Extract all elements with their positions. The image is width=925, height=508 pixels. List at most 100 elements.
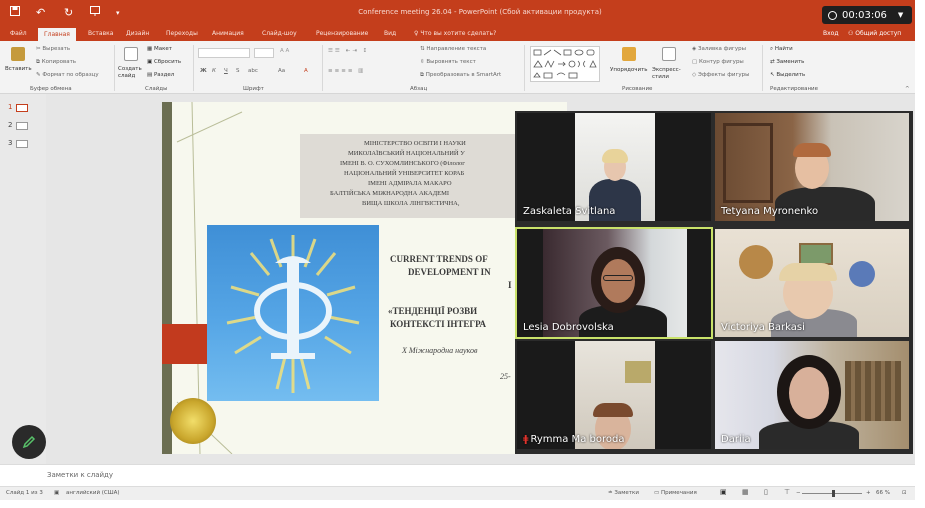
tab-animations[interactable]: Анимация [212, 30, 244, 37]
smartart-button[interactable]: ⧉ Преобразовать в SmartArt [420, 72, 501, 79]
notes-pane[interactable]: Заметки к слайду [0, 464, 915, 486]
slide-thumbnail-3[interactable] [16, 140, 28, 148]
tab-transitions[interactable]: Переходы [166, 30, 198, 37]
zoom-slider-thumb[interactable] [832, 490, 835, 497]
pencil-icon [22, 435, 36, 449]
collapse-ribbon-icon[interactable]: ^ [905, 86, 910, 92]
tell-me-box[interactable]: ♀ Что вы хотите сделать? [414, 30, 496, 37]
arrange-icon[interactable] [622, 47, 636, 61]
participant-tile-active-speaker[interactable]: Lesia Dobrovolska [515, 227, 713, 339]
video-conference-panel[interactable]: Zaskaleta Svitlana Tetyana Myronenko Les… [515, 111, 913, 454]
annotate-button[interactable] [12, 425, 46, 459]
shapes-gallery[interactable] [530, 46, 600, 82]
customize-quick-access-icon[interactable]: ▾ [116, 9, 120, 17]
quick-styles-icon[interactable] [662, 47, 676, 61]
format-painter-button[interactable]: ✎ Формат по образцу [36, 72, 99, 78]
institutions-header: МІНІСТЕРСТВО ОСВІТИ І НАУКИ МИКОЛАЇВСЬКИ… [300, 134, 520, 218]
copy-button[interactable]: ⧉ Копировать [36, 59, 76, 66]
tab-review[interactable]: Рецензирование [316, 30, 368, 37]
replace-button[interactable]: ⇄ Заменить [770, 59, 804, 65]
slideshow-view-icon[interactable]: ⊤ [784, 488, 790, 496]
select-button[interactable]: ↖ Выделить [770, 72, 805, 78]
replace-label: Заменить [776, 59, 805, 65]
title-bar: ↶ ↻ ▾ Conference meeting 26.04 - PowerPo… [0, 0, 915, 28]
zoom-level[interactable]: 66 % [876, 490, 890, 496]
shape-effects-button[interactable]: ◇ Эффекты фигуры [692, 72, 750, 78]
participant-tile[interactable]: Tetyana Myronenko [715, 113, 909, 221]
new-slide-icon[interactable] [124, 47, 138, 61]
find-button[interactable]: ⌕ Найти [770, 46, 793, 53]
spellcheck-icon[interactable]: ▣ [54, 490, 59, 496]
italic-button[interactable]: К [212, 68, 216, 74]
participant-tile[interactable]: ǂ Rymma Ma boroda [517, 341, 711, 449]
font-family-select[interactable] [198, 48, 250, 58]
tab-file[interactable]: Файл [10, 30, 27, 37]
clock-icon [828, 10, 837, 20]
section-button[interactable]: ▤ Раздел [147, 72, 174, 78]
zoom-in-icon[interactable]: + [866, 490, 871, 496]
underline-button[interactable]: Ч [224, 68, 228, 74]
slide-sorter-icon[interactable]: ▦ [742, 488, 749, 496]
layout-button[interactable]: ▦ Макет [147, 46, 172, 52]
font-grow-icon[interactable]: A A [280, 48, 289, 54]
reading-view-icon[interactable]: ▯ [764, 488, 768, 496]
notes-toggle[interactable]: ≐ Заметки [608, 490, 639, 496]
tab-view[interactable]: Вид [384, 30, 396, 37]
tab-home[interactable]: Главная [38, 28, 76, 41]
comments-toggle[interactable]: ▭ Примечания [654, 490, 697, 496]
cut-button[interactable]: ✂ Вырезать [36, 46, 70, 52]
change-case-button[interactable]: Aa [278, 68, 285, 74]
copy-label: Копировать [41, 59, 77, 65]
participant-tile[interactable]: Zaskaleta Svitlana [517, 113, 711, 221]
recording-timer[interactable]: 00:03:06 ▼ [822, 6, 912, 24]
header-line: ВИЩА ШКОЛА ЛІНГВІСТИЧНА, [362, 200, 460, 207]
align-text-button[interactable]: ⇳ Выровнять текст [420, 59, 476, 65]
new-slide-button[interactable]: Создать слайд [118, 66, 144, 80]
paste-button[interactable]: Вставить [5, 66, 32, 72]
tab-design[interactable]: Дизайн [126, 30, 149, 37]
faculty-emblem-icon [226, 235, 360, 393]
slide-thumbnail-2[interactable] [16, 122, 28, 130]
reset-button[interactable]: ▣ Сбросить [147, 59, 181, 65]
text-direction-button[interactable]: ⇅ Направление текста [420, 46, 486, 52]
save-icon[interactable] [10, 6, 20, 19]
window-frame [723, 123, 773, 203]
reset-icon: ▣ [147, 59, 154, 65]
fit-slide-icon[interactable]: ⊡ [902, 490, 907, 496]
strike-button[interactable]: S [236, 68, 240, 74]
header-line: БАЛТІЙСЬКА МІЖНАРОДНА АКАДЕМІ [330, 190, 450, 197]
participant-video [575, 113, 655, 221]
char-spacing-button[interactable]: abc [248, 68, 258, 74]
font-color-icon[interactable]: A [304, 68, 308, 74]
tab-slideshow[interactable]: Слайд-шоу [262, 30, 297, 37]
sign-in-link[interactable]: Вход [823, 30, 839, 37]
share-button[interactable]: ⚇ Общий доступ [848, 30, 901, 37]
present-icon[interactable] [90, 6, 100, 19]
list-buttons-icon[interactable]: ☰☰ ⇤⇥ ↕ [328, 48, 369, 54]
participant-name: Dariia [721, 434, 751, 445]
zoom-out-icon[interactable]: − [796, 490, 801, 496]
paste-icon[interactable] [11, 47, 25, 61]
slide-thumbnail-1[interactable] [16, 104, 28, 112]
arrange-button[interactable]: Упорядочить [610, 67, 648, 73]
shape-outline-button[interactable]: ▢ Контур фигуры [692, 59, 744, 65]
notes-placeholder: Заметки к слайду [47, 471, 114, 479]
participant-tile[interactable]: Victoriya Barkasi [715, 229, 909, 337]
font-size-select[interactable] [254, 48, 274, 58]
quick-styles-button[interactable]: Экспресс-стили [652, 67, 686, 81]
paragraph-group-label: Абзац [410, 86, 428, 92]
participant-tile[interactable]: Dariia [715, 341, 909, 449]
redo-icon[interactable]: ↻ [64, 6, 73, 19]
undo-icon[interactable]: ↶ [36, 6, 45, 19]
participant-name-muted: ǂ Rymma Ma boroda [523, 434, 624, 445]
slide[interactable]: МІНІСТЕРСТВО ОСВІТИ І НАУКИ МИКОЛАЇВСЬКИ… [162, 102, 567, 454]
language-indicator[interactable]: английский (США) [66, 490, 120, 496]
bold-button[interactable]: Ж [200, 68, 207, 74]
slide-counter: Слайд 1 из 3 [6, 490, 43, 496]
select-label: Выделить [776, 72, 806, 78]
normal-view-icon[interactable]: ▣ [720, 488, 727, 496]
align-buttons-icon[interactable]: ≡≡≡≡ ▥ [328, 68, 365, 74]
drawing-group-label: Рисование [622, 86, 653, 92]
shape-fill-button[interactable]: ◈ Заливка фигуры [692, 46, 746, 52]
tab-insert[interactable]: Вставка [88, 30, 113, 37]
